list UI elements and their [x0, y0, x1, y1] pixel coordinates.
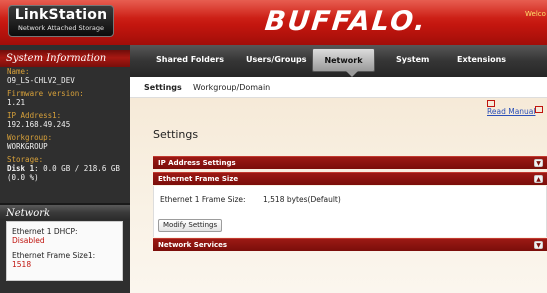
ip-address-settings-bar[interactable]: IP Address Settings ▼: [153, 156, 547, 169]
system-information-header: System Information: [0, 50, 130, 67]
frame-size-field-label: Ethernet 1 Frame Size:: [160, 195, 246, 204]
tab-network[interactable]: Network: [312, 48, 375, 72]
sidebar: System Information Name: O9_LS-CHLV2_DEV…: [0, 45, 130, 293]
frame-size-value: 1518: [12, 260, 32, 269]
workgroup-label: Workgroup:: [7, 133, 53, 142]
subtab-settings[interactable]: Settings: [144, 77, 182, 98]
ip-address-value: 192.168.49.245: [7, 120, 71, 129]
storage-value: Disk 1: 0.0 GB / 218.6 GB (0.0 %): [7, 164, 127, 182]
storage-usage: : 0.0 GB / 218.6 GB: [34, 164, 120, 173]
main-content: Read Manual Settings IP Address Settings…: [130, 98, 547, 293]
active-tab-pointer: [345, 70, 359, 77]
chevron-down-icon[interactable]: ▼: [534, 159, 543, 167]
workgroup-value: WORKGROUP: [7, 142, 48, 151]
tab-system[interactable]: System: [396, 45, 429, 75]
tab-extensions[interactable]: Extensions: [457, 45, 506, 75]
name-label: Name:: [7, 67, 30, 76]
subtab-workgroup-domain[interactable]: Workgroup/Domain: [193, 77, 270, 98]
system-info-list: Name: O9_LS-CHLV2_DEV Firmware version: …: [7, 67, 127, 186]
section-title: Ethernet Frame Size: [158, 175, 239, 183]
read-manual-link[interactable]: Read Manual: [487, 107, 535, 116]
ethernet-frame-size-panel: Ethernet 1 Frame Size: 1,518 bytes(Defau…: [153, 186, 547, 237]
linkstation-logo: LinkStation Network Attached Storage: [8, 5, 114, 37]
ip-address-label: IP Address1:: [7, 111, 62, 120]
network-services-bar[interactable]: Network Services ▼: [153, 238, 547, 251]
storage-percent: (0.0 %): [7, 173, 39, 182]
chevron-up-icon[interactable]: ▲: [534, 175, 543, 183]
sub-navigation: Settings Workgroup/Domain: [130, 77, 547, 98]
welcome-text: Welco: [525, 10, 546, 18]
tab-shared-folders[interactable]: Shared Folders: [156, 45, 224, 75]
dhcp-value: Disabled: [12, 236, 45, 245]
section-title: IP Address Settings: [158, 159, 236, 167]
external-link-icon: [487, 100, 495, 107]
frame-size-field-value: 1,518 bytes(Default): [263, 195, 341, 204]
network-status-panel: Ethernet 1 DHCP: Disabled Ethernet Frame…: [6, 221, 123, 281]
modify-settings-button[interactable]: Modify Settings: [158, 219, 223, 232]
main-navigation: Shared Folders Users/Groups Network Syst…: [130, 45, 547, 77]
chevron-down-icon[interactable]: ▼: [534, 241, 543, 249]
frame-size-label: Ethernet Frame Size1:: [12, 251, 96, 260]
page-title: Settings: [153, 128, 199, 141]
tab-users-groups[interactable]: Users/Groups: [246, 45, 307, 75]
network-status-header: Network: [0, 203, 130, 220]
app-header: LinkStation Network Attached Storage BUF…: [0, 0, 547, 45]
logo-subtitle: Network Attached Storage: [18, 24, 104, 32]
firmware-label: Firmware version:: [7, 89, 84, 98]
storage-disk-name: Disk 1: [7, 164, 35, 173]
logo-title: LinkStation: [14, 7, 108, 23]
firmware-value: 1.21: [7, 98, 26, 107]
ethernet-frame-size-bar[interactable]: Ethernet Frame Size ▲: [153, 172, 547, 185]
dhcp-label: Ethernet 1 DHCP:: [12, 227, 78, 236]
external-link-icon[interactable]: [535, 106, 543, 113]
section-title: Network Services: [158, 241, 228, 249]
name-value: O9_LS-CHLV2_DEV: [7, 76, 75, 85]
buffalo-brand-logo: BUFFALO.: [263, 6, 429, 37]
storage-label: Storage:: [7, 155, 44, 164]
